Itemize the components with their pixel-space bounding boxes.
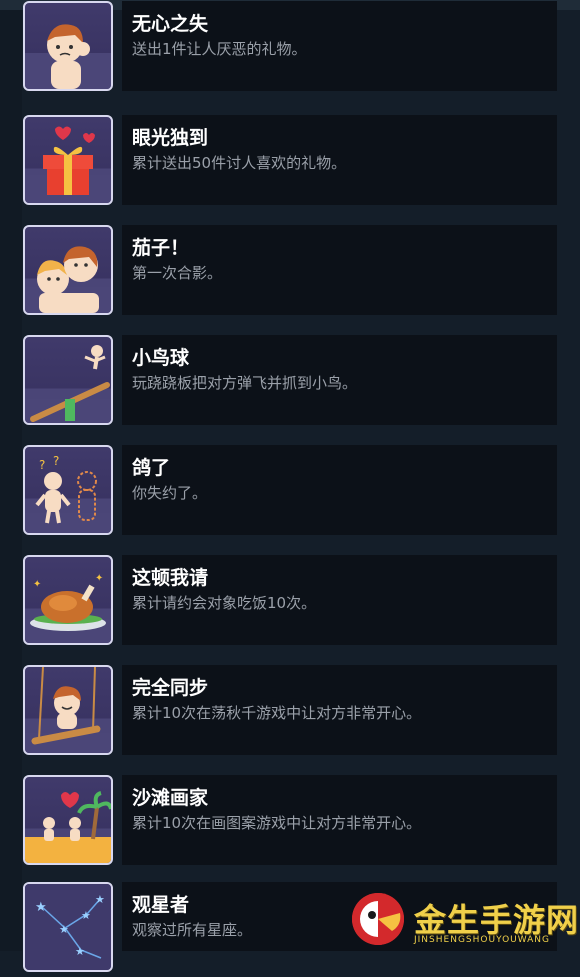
missing-person-icon: ? ?: [23, 445, 113, 535]
svg-text:★: ★: [35, 900, 47, 915]
parrot-logo-icon: [352, 893, 404, 945]
gift-box-icon: [23, 115, 113, 205]
achievement-title: 眼光独到: [132, 127, 209, 149]
swing-icon: [23, 665, 113, 755]
svg-text:★: ★: [59, 923, 69, 936]
list-item[interactable]: 小鸟球 玩跷跷板把对方弹飞并抓到小鸟。: [22, 323, 580, 432]
list-item[interactable]: 完全同步 累计10次在荡秋千游戏中让对方非常开心。: [22, 650, 580, 759]
achievement-description: 累计请约会对象吃饭10次。: [132, 594, 317, 612]
list-item[interactable]: ? ? 鸽了 你失约了。: [22, 432, 580, 541]
achievement-description: 你失约了。: [132, 484, 208, 502]
achievement-title: 鸽了: [132, 457, 171, 479]
list-item[interactable]: 茄子！ 第一次合影。: [22, 214, 580, 323]
left-scroll-strip: [0, 10, 22, 951]
achievement-panel: 眼光独到 累计送出50件讨人喜欢的礼物。: [122, 115, 557, 205]
achievement-title: 无心之失: [132, 13, 209, 35]
achievement-panel: 这顿我请 累计请约会对象吃饭10次。: [122, 555, 557, 645]
achievement-title: 观星者: [132, 894, 190, 916]
svg-text:✦: ✦: [33, 579, 41, 590]
svg-text:★: ★: [75, 945, 85, 958]
achievement-title: 茄子！: [132, 237, 190, 259]
achievement-panel: 鸽了 你失约了。: [122, 445, 557, 535]
achievement-panel: 无心之失 送出1件让人厌恶的礼物。: [122, 1, 557, 91]
achievement-list: 无心之失 送出1件让人厌恶的礼物。 眼光独到 累计送出50件讨人喜欢的礼物。 茄…: [22, 0, 580, 972]
seesaw-icon: [23, 335, 113, 425]
list-item[interactable]: 无心之失 送出1件让人厌恶的礼物。: [22, 0, 580, 105]
achievement-title: 这顿我请: [132, 567, 209, 589]
achievement-title: 沙滩画家: [132, 787, 209, 809]
constellation-icon: ★ ★ ★ ★ ★: [23, 882, 113, 972]
svg-text:★: ★: [81, 909, 91, 922]
achievement-panel: 茄子！ 第一次合影。: [122, 225, 557, 315]
achievement-description: 玩跷跷板把对方弹飞并抓到小鸟。: [132, 374, 358, 392]
list-item[interactable]: 眼光独到 累计送出50件讨人喜欢的礼物。: [22, 105, 580, 214]
achievement-description: 累计送出50件讨人喜欢的礼物。: [132, 154, 347, 172]
watermark: 金生手游网 JINSHENGSHOUYOUWANG: [352, 893, 578, 951]
svg-text:?: ?: [53, 454, 59, 468]
selfie-couple-icon: [23, 225, 113, 315]
list-item[interactable]: ✦ ✦ 这顿我请 累计请约会对象吃饭10次。: [22, 541, 580, 650]
svg-text:?: ?: [39, 458, 45, 472]
achievement-title: 小鸟球: [132, 347, 190, 369]
achievement-description: 送出1件让人厌恶的礼物。: [132, 40, 307, 58]
sad-boy-icon: [23, 1, 113, 91]
achievement-panel: 小鸟球 玩跷跷板把对方弹飞并抓到小鸟。: [122, 335, 557, 425]
achievement-description: 累计10次在画图案游戏中让对方非常开心。: [132, 814, 422, 832]
beach-drawing-icon: [23, 775, 113, 865]
roast-chicken-icon: ✦ ✦: [23, 555, 113, 645]
achievement-panel: 完全同步 累计10次在荡秋千游戏中让对方非常开心。: [122, 665, 557, 755]
svg-text:★: ★: [95, 893, 105, 906]
achievement-title: 完全同步: [132, 677, 209, 699]
achievement-description: 观察过所有星座。: [132, 921, 253, 939]
achievement-panel: 沙滩画家 累计10次在画图案游戏中让对方非常开心。: [122, 775, 557, 865]
achievement-description: 第一次合影。: [132, 264, 223, 282]
svg-text:✦: ✦: [95, 573, 103, 584]
list-item[interactable]: 沙滩画家 累计10次在画图案游戏中让对方非常开心。: [22, 759, 580, 868]
watermark-subtext: JINSHENGSHOUYOUWANG: [414, 935, 551, 945]
achievement-description: 累计10次在荡秋千游戏中让对方非常开心。: [132, 704, 422, 722]
